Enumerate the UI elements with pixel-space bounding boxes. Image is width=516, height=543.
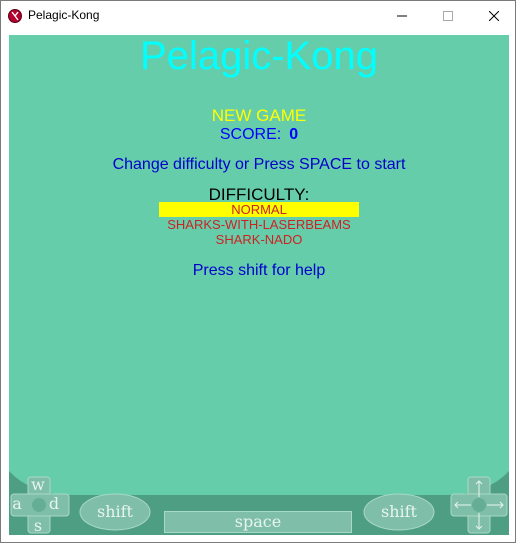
help-hint: Press shift for help — [192, 262, 326, 279]
difficulty-list: NORMAL SHARKS-WITH-LASERBEAMS SHARK-NADO — [159, 202, 359, 247]
difficulty-option-sharks-with-laserbeams[interactable]: SHARKS-WITH-LASERBEAMS — [159, 217, 359, 232]
key-s[interactable]: s — [30, 516, 46, 535]
right-shift-label: shift — [381, 502, 417, 521]
maximize-icon — [443, 11, 453, 21]
key-a[interactable]: a — [10, 494, 24, 513]
game-title: Pelagic-Kong — [140, 35, 378, 78]
wasd-pad[interactable]: w a d s — [9, 475, 71, 535]
minimize-icon — [397, 15, 407, 17]
difficulty-option-shark-nado[interactable]: SHARK-NADO — [159, 232, 359, 247]
touch-controls: w a d s shift space shift — [9, 471, 509, 535]
right-shift-button[interactable]: shift — [363, 493, 435, 531]
score-value: 0 — [289, 126, 299, 143]
close-button[interactable] — [471, 1, 516, 31]
maximize-button[interactable] — [425, 1, 471, 31]
app-window: Pelagic-Kong Pelagic-Kong NEW GAME SCORE… — [0, 0, 516, 543]
left-shift-button[interactable]: shift — [79, 493, 151, 531]
game-canvas[interactable]: Pelagic-Kong NEW GAME SCORE: 0 Change dif… — [9, 35, 509, 535]
title-bar[interactable]: Pelagic-Kong — [1, 1, 515, 31]
start-instructions: Change difficulty or Press SPACE to star… — [112, 156, 406, 173]
arrow-keys-icon — [450, 476, 508, 534]
space-button[interactable]: space — [164, 511, 352, 533]
minimize-button[interactable] — [379, 1, 425, 31]
left-shift-label: shift — [97, 502, 133, 521]
app-icon — [8, 9, 22, 23]
game-status: NEW GAME — [211, 106, 307, 125]
score-label: SCORE: — [219, 126, 282, 143]
close-icon — [489, 11, 499, 21]
space-label: space — [234, 512, 282, 531]
difficulty-option-normal[interactable]: NORMAL — [159, 202, 359, 217]
score-row: SCORE: 0 — [9, 126, 509, 144]
window-title: Pelagic-Kong — [28, 8, 100, 22]
key-w[interactable]: w — [30, 475, 46, 494]
arrow-keys-pad[interactable] — [449, 475, 509, 535]
key-d[interactable]: d — [47, 494, 61, 513]
